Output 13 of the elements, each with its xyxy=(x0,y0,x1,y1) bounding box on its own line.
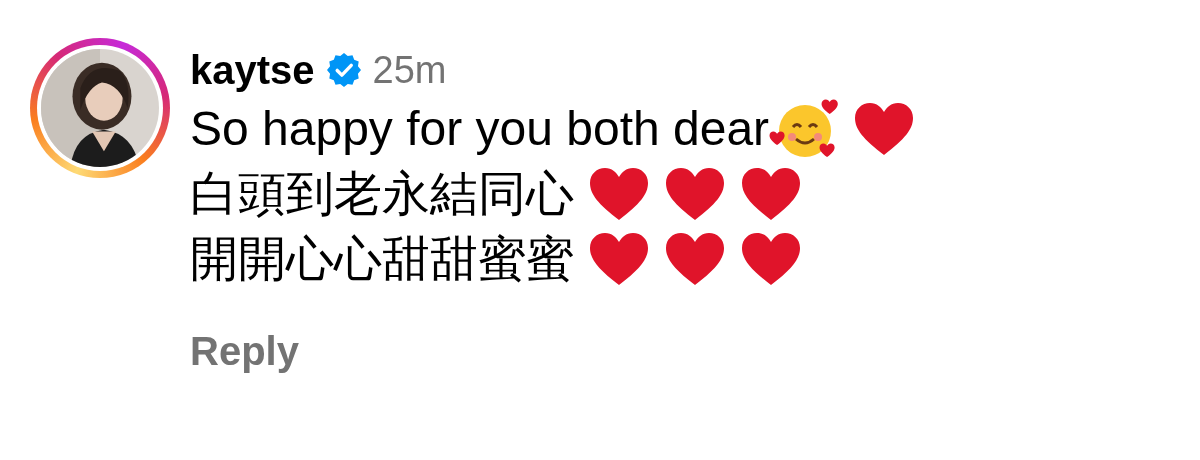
heart-icon xyxy=(588,230,650,287)
username[interactable]: kaytse xyxy=(190,47,315,93)
heart-icon xyxy=(740,165,802,222)
comment-text: 開開心心甜甜蜜蜜 xyxy=(190,230,574,287)
heart-icon xyxy=(664,230,726,287)
reply-button[interactable]: Reply xyxy=(190,329,299,374)
heart-icon xyxy=(664,165,726,222)
timestamp: 25m xyxy=(372,48,447,92)
comment-text: So happy for you both dear xyxy=(190,101,770,156)
heart-icon xyxy=(853,100,916,157)
heart-icon xyxy=(588,165,650,222)
comment-text: 白頭到老永結同心 xyxy=(190,165,574,222)
heart-icon xyxy=(740,230,802,287)
